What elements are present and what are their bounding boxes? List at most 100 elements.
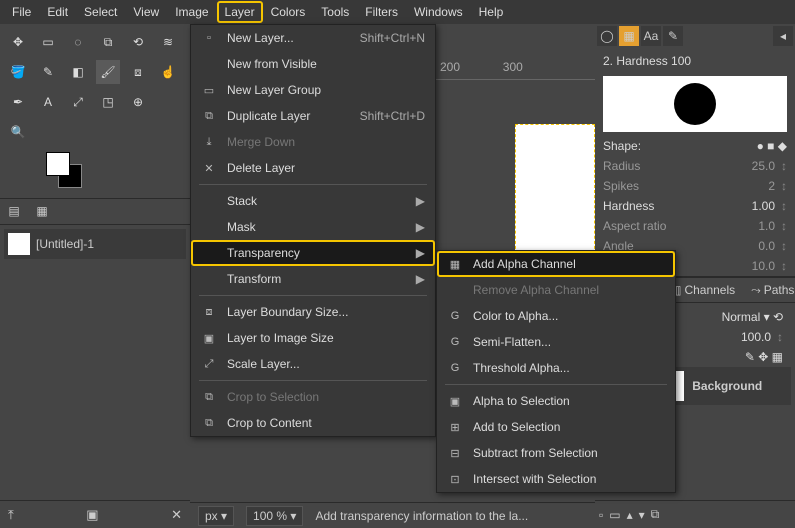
menu-file[interactable]: File: [4, 1, 39, 23]
tool-options-tab-icon[interactable]: ▤: [0, 199, 28, 223]
stepper-icon[interactable]: ↕: [781, 219, 787, 233]
text-tool-icon[interactable]: A: [36, 90, 60, 114]
eraser-tool-icon[interactable]: ◧: [66, 60, 90, 84]
menu-tools[interactable]: Tools: [313, 1, 357, 23]
new-window-icon[interactable]: ▣: [86, 507, 98, 523]
menu-help[interactable]: Help: [471, 1, 512, 23]
rect-select-tool-icon[interactable]: ▭: [36, 30, 60, 54]
zoom-tool-icon[interactable]: ⊕: [126, 90, 150, 114]
hardness-value[interactable]: 1.00: [752, 199, 775, 213]
mode-value[interactable]: Normal: [722, 310, 761, 324]
menu-crop-content[interactable]: ⧉ Crop to Content: [191, 410, 435, 436]
zoom-select[interactable]: 100 % ▾: [246, 506, 303, 526]
opacity-value[interactable]: 100.0: [741, 330, 771, 344]
menu-layer[interactable]: Layer: [217, 1, 263, 23]
fonts-tab-icon[interactable]: Aa: [641, 26, 661, 46]
submenu-arrow-icon: ▶: [416, 220, 425, 234]
canvas[interactable]: [515, 124, 595, 254]
raise-layer-icon[interactable]: ▴: [627, 508, 633, 522]
menu-color-to-alpha[interactable]: G Color to Alpha...: [437, 303, 675, 329]
delete-icon[interactable]: ✕: [171, 507, 182, 523]
menu-new-from-visible[interactable]: New from Visible: [191, 51, 435, 77]
free-select-tool-icon[interactable]: ◌: [66, 30, 90, 54]
paintbrush-tool-icon[interactable]: 🖌: [96, 60, 120, 84]
menu-stack[interactable]: Stack ▶: [191, 188, 435, 214]
menu-delete-layer[interactable]: ✕ Delete Layer: [191, 155, 435, 181]
stepper-icon[interactable]: ↕: [781, 199, 787, 213]
menubar: File Edit Select View Image Layer Colors…: [0, 0, 795, 24]
select-intersect-icon: ⊡: [447, 471, 463, 487]
smudge-tool-icon[interactable]: ☝: [156, 60, 180, 84]
menu-edit[interactable]: Edit: [39, 1, 76, 23]
menu-threshold-alpha[interactable]: G Threshold Alpha...: [437, 355, 675, 381]
bucket-tool-icon[interactable]: 🪣: [6, 60, 30, 84]
menu-colors[interactable]: Colors: [263, 1, 314, 23]
menu-alpha-to-selection[interactable]: ▣ Alpha to Selection: [437, 388, 675, 414]
menu-image[interactable]: Image: [167, 1, 216, 23]
aspect-value[interactable]: 1.0: [758, 219, 775, 233]
image-list-item[interactable]: [Untitled]-1: [4, 229, 186, 259]
menu-new-layer-group[interactable]: ▭ New Layer Group: [191, 77, 435, 103]
menu-semi-flatten[interactable]: G Semi-Flatten...: [437, 329, 675, 355]
measure-tool-icon[interactable]: ◳: [96, 90, 120, 114]
new-layer-icon[interactable]: ▫: [599, 508, 603, 522]
duplicate-layer-icon[interactable]: ⧉: [651, 507, 660, 522]
brushes-tab-icon[interactable]: ◯: [597, 26, 617, 46]
status-message: Add transparency information to the la..…: [315, 509, 528, 523]
stepper-icon[interactable]: ↕: [781, 259, 787, 273]
menu-mask[interactable]: Mask ▶: [191, 214, 435, 240]
spikes-value[interactable]: 2: [768, 179, 775, 193]
menu-add-to-selection[interactable]: ⊞ Add to Selection: [437, 414, 675, 440]
unit-select[interactable]: px ▾: [198, 506, 234, 526]
menu-windows[interactable]: Windows: [406, 1, 471, 23]
clone-tool-icon[interactable]: ⧈: [126, 60, 150, 84]
picker-tool-icon[interactable]: ⤢: [66, 90, 90, 114]
stepper-icon[interactable]: ↕: [781, 239, 787, 253]
foreground-color[interactable]: [46, 152, 70, 176]
stepper-icon[interactable]: ↕: [777, 330, 783, 344]
menu-new-layer[interactable]: ▫ New Layer... Shift+Ctrl+N: [191, 25, 435, 51]
ruler-mark: 200: [440, 60, 500, 74]
layer-group-icon[interactable]: ▭: [609, 508, 620, 522]
menu-intersect-selection[interactable]: ⊡ Intersect with Selection: [437, 466, 675, 492]
magnify-tool-icon[interactable]: 🔍: [6, 120, 30, 144]
raise-icon[interactable]: ⤒: [8, 507, 14, 523]
select-replace-icon: ▣: [447, 393, 463, 409]
warp-tool-icon[interactable]: ≋: [156, 30, 180, 54]
path-tool-icon[interactable]: ✒: [6, 90, 30, 114]
paths-icon: ⤳: [751, 283, 761, 298]
history-tab-icon[interactable]: ✎: [663, 26, 683, 46]
patterns-tab-icon[interactable]: ▦: [619, 26, 639, 46]
radius-value[interactable]: 25.0: [752, 159, 775, 173]
menu-transparency[interactable]: Transparency ▶: [191, 240, 435, 266]
tab-paths[interactable]: ⤳Paths: [745, 280, 795, 301]
menu-transform[interactable]: Transform ▶: [191, 266, 435, 292]
menu-filters[interactable]: Filters: [357, 1, 406, 23]
rotate-tool-icon[interactable]: ⟲: [126, 30, 150, 54]
menu-select[interactable]: Select: [76, 1, 125, 23]
menu-add-alpha[interactable]: ▦ Add Alpha Channel: [437, 251, 675, 277]
color-swatches[interactable]: [46, 152, 96, 192]
move-tool-icon[interactable]: ✥: [6, 30, 30, 54]
stepper-icon[interactable]: ↕: [781, 179, 787, 193]
pencil-tool-icon[interactable]: ✎: [36, 60, 60, 84]
images-tab-icon[interactable]: ▦: [28, 199, 56, 223]
crop-tool-icon[interactable]: ⧉: [96, 30, 120, 54]
menu-view[interactable]: View: [125, 1, 167, 23]
menu-to-image-size[interactable]: ▣ Layer to Image Size: [191, 325, 435, 351]
shape-icons[interactable]: ● ■ ◆: [757, 139, 787, 153]
spikes-label: Spikes: [603, 179, 639, 193]
select-add-icon: ⊞: [447, 419, 463, 435]
lock-icons[interactable]: ✎ ✥ ▦: [745, 350, 783, 364]
submenu-arrow-icon: ▶: [416, 246, 425, 260]
delete-icon: ✕: [201, 160, 217, 176]
stepper-icon[interactable]: ↕: [781, 159, 787, 173]
lower-layer-icon[interactable]: ▾: [639, 508, 645, 522]
menu-duplicate-layer[interactable]: ⧉ Duplicate Layer Shift+Ctrl+D: [191, 103, 435, 129]
menu-subtract-selection[interactable]: ⊟ Subtract from Selection: [437, 440, 675, 466]
angle-value[interactable]: 0.0: [758, 239, 775, 253]
configure-tab-icon[interactable]: ◂: [773, 26, 793, 46]
menu-scale-layer[interactable]: ⤢ Scale Layer...: [191, 351, 435, 377]
spacing-value[interactable]: 10.0: [752, 259, 775, 273]
menu-boundary-size[interactable]: ⧈ Layer Boundary Size...: [191, 299, 435, 325]
